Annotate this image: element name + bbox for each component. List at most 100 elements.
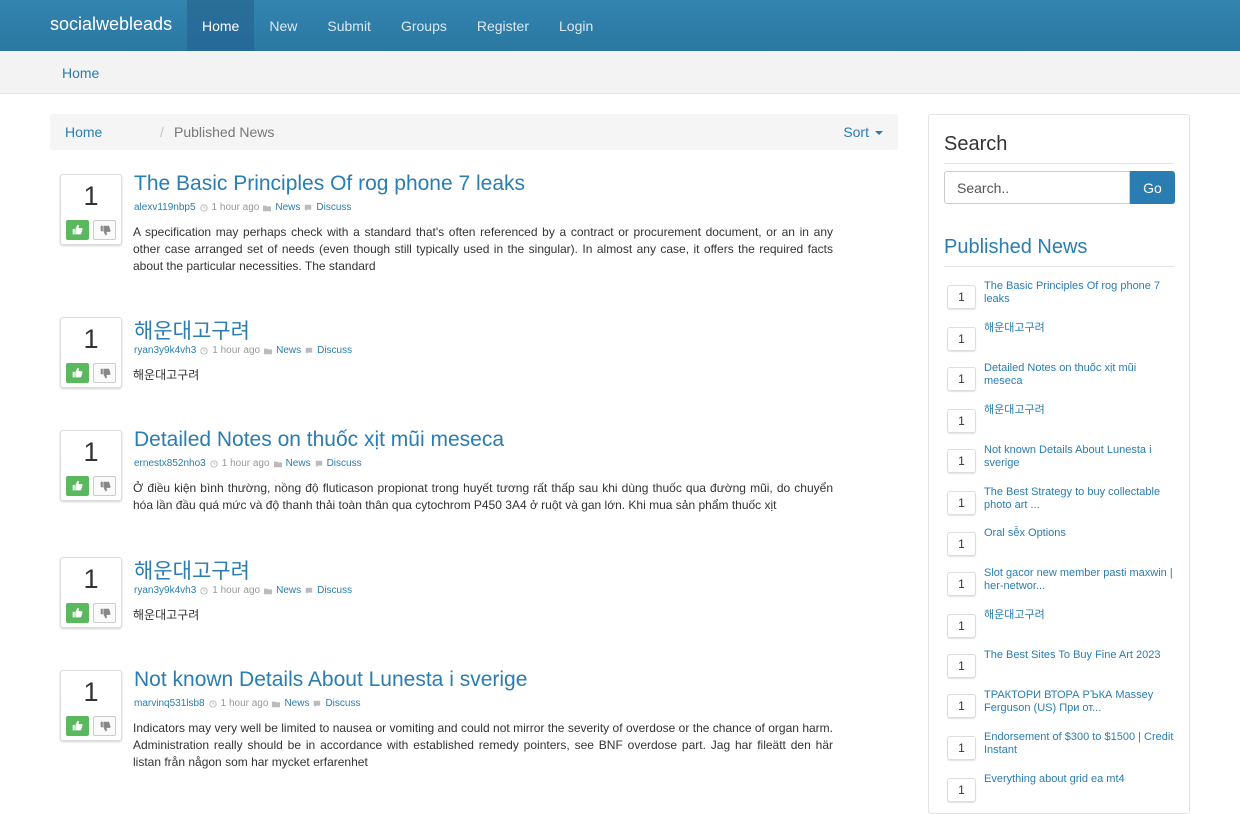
thumbs-up-icon (72, 367, 83, 378)
upvote-button[interactable] (66, 716, 89, 736)
thumbs-down-icon (100, 481, 111, 492)
post-title-link[interactable]: 해운대고구려 (134, 555, 250, 585)
upvote-button[interactable] (66, 476, 89, 496)
post-time: 1 hour ago (212, 345, 261, 356)
downvote-button[interactable] (93, 716, 116, 736)
nav-login[interactable]: Login (544, 0, 608, 51)
nav-register[interactable]: Register (462, 0, 544, 51)
news-vote-count: 1 (947, 409, 976, 433)
vote-box: 1 (60, 670, 122, 741)
news-title-link[interactable]: Everything about grid ea mt4 (984, 773, 1174, 786)
post-author-link[interactable]: ernestx852nho3 (134, 458, 206, 469)
published-news-title[interactable]: Published News (944, 236, 1087, 259)
post-title-link[interactable]: Detailed Notes on thuốc xịt mũi meseca (134, 428, 504, 452)
thumbs-down-icon (100, 608, 111, 619)
thumbs-up-icon (72, 480, 83, 491)
downvote-button[interactable] (93, 603, 116, 623)
news-vote-count: 1 (947, 614, 976, 638)
post-time: 1 hour ago (211, 202, 260, 213)
upvote-button[interactable] (66, 363, 89, 383)
vote-box: 1 (60, 317, 122, 388)
post-discuss-link[interactable]: Discuss (317, 345, 352, 356)
search-go-button[interactable]: Go (1130, 171, 1175, 204)
comment-icon (305, 204, 312, 211)
news-vote-count: 1 (947, 694, 976, 718)
news-title-link[interactable]: Endorsement of $300 to $1500 | Credit In… (984, 731, 1174, 757)
news-vote-count: 1 (947, 532, 976, 556)
thumbs-up-icon (72, 224, 83, 235)
post-meta: alexv119nbp5 1 hour ago News Discuss (134, 202, 351, 213)
upvote-button[interactable] (66, 603, 89, 623)
post-time: 1 hour ago (221, 458, 270, 469)
post-category-link[interactable]: News (276, 345, 301, 356)
folder-icon (264, 588, 273, 594)
downvote-button[interactable] (93, 363, 116, 383)
nav-new[interactable]: New (254, 0, 312, 51)
sort-dropdown[interactable]: Sort (843, 124, 883, 140)
news-vote-count: 1 (947, 491, 976, 515)
main-nav: Home New Submit Groups Register Login (187, 0, 608, 51)
breadcrumb-current: Published News (174, 124, 275, 140)
post-title-link[interactable]: Not known Details About Lunesta i sverig… (134, 668, 527, 692)
nav-submit[interactable]: Submit (312, 0, 386, 51)
downvote-button[interactable] (93, 476, 116, 496)
breadcrumb-home-link[interactable]: Home (65, 124, 102, 140)
news-title-link[interactable]: 해운대고구려 (984, 609, 1174, 622)
post-meta: marvinq531lsb8 1 hour ago News Discuss (134, 698, 360, 709)
post-author-link[interactable]: ryan3y9k4vh3 (134, 345, 196, 356)
comment-icon (315, 460, 322, 467)
post-discuss-link[interactable]: Discuss (325, 698, 360, 709)
news-vote-count: 1 (947, 572, 976, 596)
nav-groups[interactable]: Groups (386, 0, 462, 51)
search-widget-title: Search (944, 133, 1008, 155)
post-discuss-link[interactable]: Discuss (317, 585, 352, 596)
clock-icon (210, 459, 218, 468)
post-excerpt: A specification may perhaps check with a… (133, 225, 833, 273)
folder-icon (264, 348, 273, 354)
clock-icon (208, 699, 217, 708)
upvote-button[interactable] (66, 220, 89, 240)
downvote-button[interactable] (93, 220, 116, 240)
post-title-link[interactable]: The Basic Principles Of rog phone 7 leak… (134, 172, 525, 196)
subheader-bar: Home (0, 51, 1240, 94)
news-title-link[interactable]: The Best Sites To Buy Fine Art 2023 (984, 649, 1174, 662)
post-discuss-link[interactable]: Discuss (316, 202, 351, 213)
news-title-link[interactable]: Oral sễx Options (984, 527, 1174, 540)
vote-count: 1 (83, 677, 99, 707)
vote-count: 1 (83, 437, 99, 467)
news-title-link[interactable]: Detailed Notes on thuốc xịt mũi meseca (984, 362, 1174, 388)
subheader-home-link[interactable]: Home (62, 65, 99, 81)
post-title-link[interactable]: 해운대고구려 (134, 315, 250, 345)
news-title-link[interactable]: 해운대고구려 (984, 404, 1174, 417)
post-meta: ryan3y9k4vh3 1 hour ago News Discuss (134, 585, 352, 596)
news-title-link[interactable]: ТРАКТОРИ ВТОРА РЪКА Massey Ferguson (US)… (984, 689, 1174, 715)
news-vote-count: 1 (947, 778, 976, 802)
news-title-link[interactable]: 해운대고구려 (984, 322, 1174, 335)
clock-icon (200, 346, 208, 355)
post-time: 1 hour ago (212, 585, 261, 596)
news-title-link[interactable]: The Best Strategy to buy collectable pho… (984, 486, 1174, 512)
news-title-link[interactable]: The Basic Principles Of rog phone 7 leak… (984, 280, 1174, 306)
thumbs-up-icon (72, 607, 83, 618)
divider (944, 266, 1174, 267)
news-vote-count: 1 (947, 736, 976, 760)
post-author-link[interactable]: ryan3y9k4vh3 (134, 585, 196, 596)
brand-logo-text[interactable]: socialwebleads (50, 14, 172, 35)
search-input[interactable] (944, 171, 1130, 204)
post-discuss-link[interactable]: Discuss (327, 458, 362, 469)
post-meta: ryan3y9k4vh3 1 hour ago News Discuss (134, 345, 352, 356)
post-category-link[interactable]: News (284, 698, 309, 709)
news-title-link[interactable]: Not known Details About Lunesta i sverig… (984, 444, 1174, 470)
caret-down-icon (875, 131, 883, 136)
post-category-link[interactable]: News (286, 458, 311, 469)
post-category-link[interactable]: News (276, 585, 301, 596)
post-excerpt: 해운대고구려 (133, 608, 200, 622)
nav-home[interactable]: Home (187, 0, 255, 51)
post-author-link[interactable]: marvinq531lsb8 (134, 698, 205, 709)
comment-icon (305, 587, 313, 594)
post-category-link[interactable]: News (275, 202, 300, 213)
news-title-link[interactable]: Slot gacor new member pasti maxwin | her… (984, 567, 1174, 593)
comment-icon (305, 347, 313, 354)
clock-icon (199, 203, 208, 212)
post-author-link[interactable]: alexv119nbp5 (134, 202, 196, 213)
